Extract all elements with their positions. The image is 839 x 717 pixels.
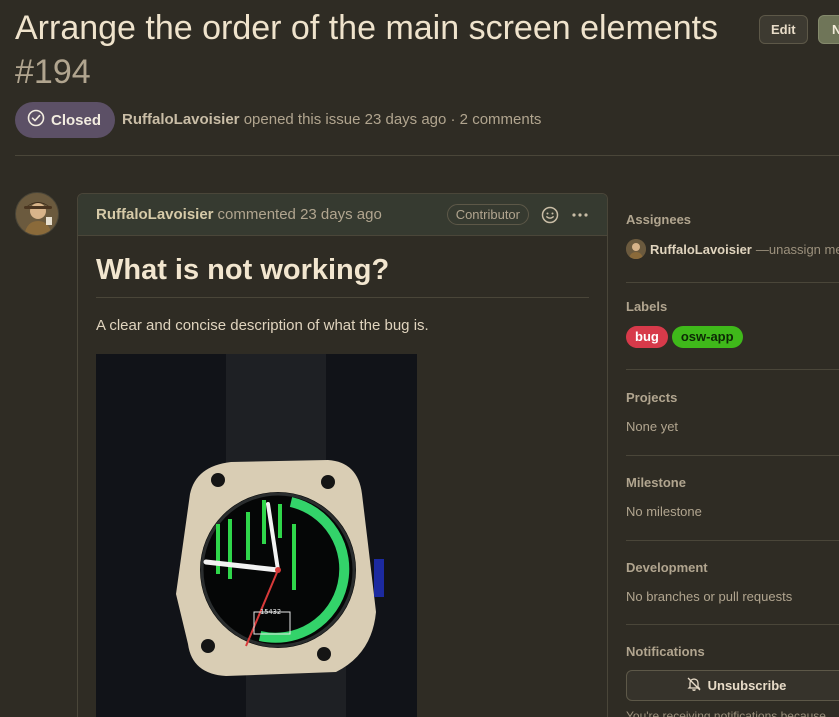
sidebar-divider: [626, 369, 839, 370]
check-circle-icon: [27, 109, 45, 131]
issue-meta-text: opened this issue 23 days ago · 2 commen…: [243, 111, 542, 128]
header-divider: [15, 155, 839, 156]
issue-title: Arrange the order of the main screen ele…: [15, 6, 775, 94]
smiley-icon[interactable]: [541, 206, 559, 224]
notifications-title: Notifications: [626, 644, 705, 659]
edit-button[interactable]: Edit: [759, 15, 808, 44]
assignees-title[interactable]: Assignees: [626, 212, 839, 227]
comment-heading: What is not working?: [96, 254, 589, 298]
status-label: Closed: [51, 111, 102, 129]
sidebar-divider: [626, 282, 839, 283]
development-value: No branches or pull requests: [626, 589, 793, 604]
comment-body: What is not working? A clear and concise…: [78, 236, 607, 717]
issue-meta: RuffaloLavoisier opened this issue 23 da…: [122, 111, 541, 128]
label-osw-app[interactable]: osw-app: [671, 326, 743, 348]
assignee-row: RuffaloLavoisier —unassign me: [626, 239, 839, 259]
assignees-section: Assignees RuffaloLavoisier —unassign me: [626, 212, 839, 259]
kebab-horizontal-icon[interactable]: [571, 206, 589, 224]
development-title[interactable]: Development: [626, 560, 839, 575]
issue-author-link[interactable]: RuffaloLavoisier: [122, 111, 240, 128]
projects-title[interactable]: Projects: [626, 390, 839, 405]
labels-title[interactable]: Labels: [626, 299, 839, 314]
comment-box: RuffaloLavoisier commented 23 days ago C…: [77, 193, 608, 717]
unsubscribe-label: Unsubscribe: [707, 678, 787, 693]
milestone-title[interactable]: Milestone: [626, 475, 839, 490]
status-badge: Closed: [15, 102, 116, 138]
sidebar-divider: [626, 540, 839, 541]
unassign-link[interactable]: —unassign me: [756, 242, 839, 257]
development-section: Development No branches or pull requests: [626, 560, 839, 604]
projects-section: Projects None yet: [626, 390, 839, 434]
milestone-section: Milestone No milestone: [626, 475, 839, 519]
comment-header: RuffaloLavoisier commented 23 days ago C…: [78, 194, 607, 236]
avatar[interactable]: [15, 192, 59, 236]
assignee-avatar[interactable]: [626, 239, 646, 259]
unsubscribe-button[interactable]: Unsubscribe: [626, 670, 839, 701]
comment-time: commented 23 days ago: [217, 206, 382, 223]
issue-title-text: Arrange the order of the main screen ele…: [15, 9, 719, 47]
comment-paragraph: A clear and concise description of what …: [96, 317, 429, 334]
watch-step-count: 15432: [260, 608, 281, 616]
bell-slash-icon: [686, 676, 702, 695]
labels-section: Labels bug osw-app: [626, 299, 839, 348]
notifications-section: Notifications Unsubscribe You're receivi…: [626, 644, 839, 717]
issue-number: #194: [15, 53, 91, 91]
watch-photo[interactable]: 15432: [96, 354, 417, 717]
labels-list: bug osw-app: [626, 326, 839, 348]
label-bug[interactable]: bug: [626, 326, 668, 348]
contributor-badge: Contributor: [446, 204, 529, 225]
milestone-value: No milestone: [626, 504, 702, 519]
projects-value: None yet: [626, 419, 679, 434]
comment-author-link[interactable]: RuffaloLavoisier: [96, 206, 214, 223]
assignee-name[interactable]: RuffaloLavoisier: [650, 242, 752, 257]
sidebar-divider: [626, 624, 839, 625]
new-issue-button[interactable]: N: [818, 15, 839, 44]
sidebar-divider: [626, 455, 839, 456]
notifications-note: You're receiving notifications because: [626, 709, 826, 717]
